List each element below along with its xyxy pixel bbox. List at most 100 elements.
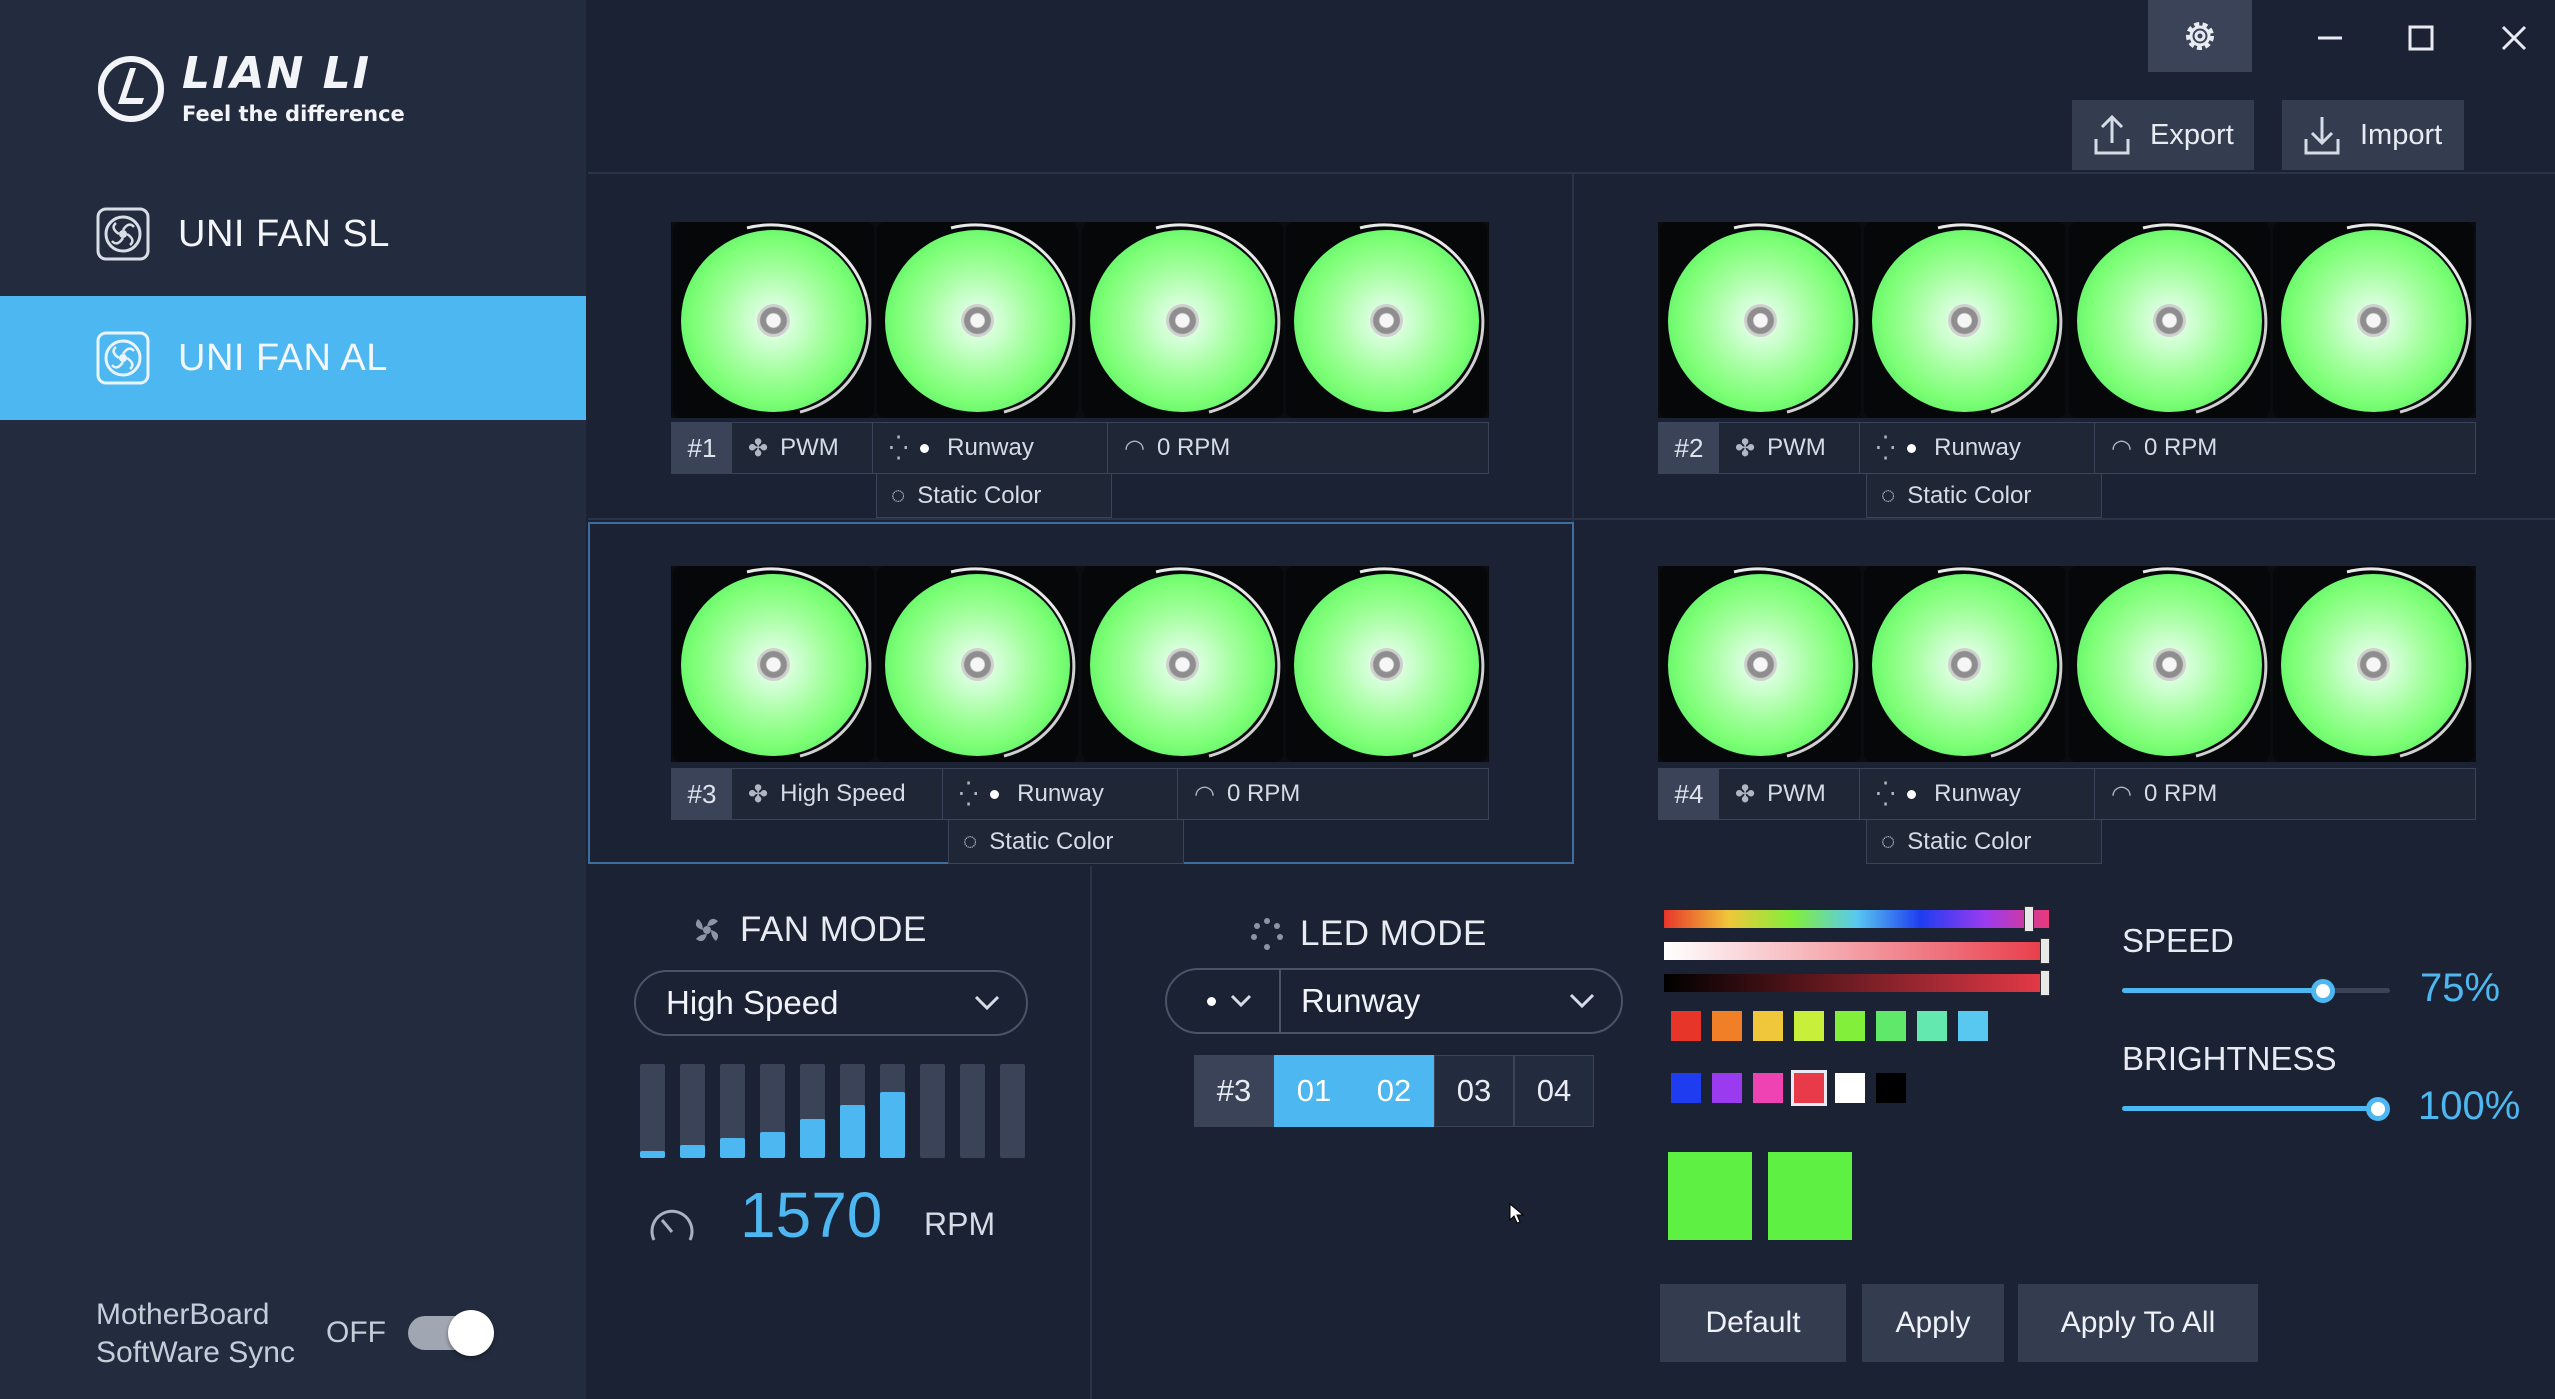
export-button[interactable]: Export [2072,100,2254,170]
led-sub-label: Static Color [989,827,1114,855]
fan-mode-icon: ✤ [748,434,769,462]
zone-02-button[interactable]: 02 [1354,1055,1434,1127]
fan-group-4[interactable] [1658,566,2476,762]
speed-knob[interactable] [2311,979,2335,1003]
sidebar-item-uni-fan-al[interactable]: UNI FAN AL [0,296,586,420]
fan-group-2[interactable] [1658,222,2476,418]
led-icon: ⁛ [889,434,909,462]
group-id: #1 [672,423,732,473]
brightness-knob[interactable] [2366,1097,2390,1121]
maximize-icon [2408,25,2434,51]
group-id: #3 [672,769,732,819]
led-sub-label: Static Color [1907,827,2032,855]
import-icon [2304,117,2340,155]
minimize-button[interactable] [2300,8,2360,68]
close-icon [2501,25,2527,51]
fan-image [877,566,1079,762]
fan-speed-bars [640,1064,1025,1158]
fan-icon [96,207,150,261]
color-swatch[interactable] [1834,1010,1866,1042]
toggle-knob [448,1310,494,1356]
fan-mode-title: FAN MODE [690,910,927,950]
color-swatch[interactable] [1875,1010,1907,1042]
fan-mode-select[interactable]: High Speed [634,970,1028,1036]
fan-image [1285,222,1487,418]
speed-level-bar [640,1064,665,1158]
brightness-slider[interactable] [2122,1097,2390,1121]
color-swatch[interactable] [1711,1010,1743,1042]
zone-group-label: #3 [1194,1055,1274,1127]
color-swatch[interactable] [1916,1010,1948,1042]
color-swatch[interactable] [1793,1010,1825,1042]
group-led-sub: ◌ Static Color [876,474,1112,518]
sidebar-item-uni-fan-sl[interactable]: UNI FAN SL [0,172,586,296]
led-icon: ⁛ [1876,780,1896,808]
color-swatch[interactable] [1670,1010,1702,1042]
speed-fill [2122,988,2323,993]
fan-image [1081,222,1283,418]
settings-button[interactable] [2148,0,2252,72]
group-rpm: 0 RPM [2143,434,2218,461]
color-swatch[interactable] [1752,1072,1784,1104]
hue-slider[interactable] [1664,906,2049,932]
speed-level-fill [720,1138,745,1158]
speed-level-bar [760,1064,785,1158]
brand-title: LIAN LI [182,48,372,99]
color-swatch[interactable] [1670,1072,1702,1104]
hue-handle[interactable] [2024,906,2034,932]
group-fan-mode: PWM [780,434,839,461]
group-led-mode: Runway [947,434,1034,461]
speed-level-fill [640,1151,665,1158]
led-dot [1907,789,1917,799]
led-icon: ⁛ [1876,434,1896,462]
fan-group-1[interactable] [671,222,1489,418]
static-color-icon: ◌ [963,827,978,855]
led-variant-dot [1207,996,1216,1006]
color-swatch[interactable] [1791,1070,1827,1106]
speed-level-bar [960,1064,985,1158]
zone-color-preview-01[interactable] [1668,1152,1752,1240]
speed-level-bar [680,1064,705,1158]
fan-image [2272,222,2474,418]
fan-group-3[interactable] [671,566,1489,762]
mouse-cursor-icon [1509,1202,1525,1224]
chevron-down-icon [974,995,1000,1011]
speedometer-icon: ◠ [1194,780,1215,808]
color-swatch[interactable] [1711,1072,1743,1104]
speed-slider[interactable] [2122,979,2390,1003]
color-swatch[interactable] [1957,1010,1989,1042]
apply-button[interactable]: Apply [1862,1284,2004,1362]
led-mode-select[interactable]: Runway [1165,968,1623,1034]
brightness-value: 100% [2418,1084,2521,1128]
group-id: #2 [1659,423,1719,473]
apply-to-all-button[interactable]: Apply To All [2018,1284,2258,1362]
zone-03-button[interactable]: 03 [1434,1055,1514,1127]
zone-04-button[interactable]: 04 [1514,1055,1594,1127]
motherboard-sync-toggle[interactable] [408,1310,494,1356]
rpm-unit: RPM [924,1206,996,1242]
sidebar-item-label: UNI FAN SL [178,212,390,255]
fan-icon [695,918,719,942]
fan-icon [96,331,150,385]
sidebar-item-label: UNI FAN AL [178,336,388,379]
fan-image [1660,222,1861,418]
saturation-handle[interactable] [2040,938,2050,964]
default-button[interactable]: Default [1660,1284,1846,1362]
fan-mode-icon: ✤ [748,780,769,808]
color-swatch[interactable] [1834,1072,1866,1104]
zone-color-preview-02[interactable] [1768,1152,1852,1240]
value-handle[interactable] [2040,970,2050,996]
color-swatch[interactable] [1875,1072,1907,1104]
import-button[interactable]: Import [2282,100,2464,170]
speed-label: SPEED [2122,922,2234,959]
speed-value: 75% [2420,966,2501,1010]
saturation-slider[interactable] [1664,938,2050,964]
divider [588,518,2555,520]
zone-01-button[interactable]: 01 [1274,1055,1354,1127]
led-mode-selected: Runway [1301,982,1421,1019]
close-button[interactable] [2484,8,2544,68]
value-slider[interactable] [1664,970,2050,996]
speed-level-bar [1000,1064,1025,1158]
maximize-button[interactable] [2391,8,2451,68]
color-swatch[interactable] [1752,1010,1784,1042]
